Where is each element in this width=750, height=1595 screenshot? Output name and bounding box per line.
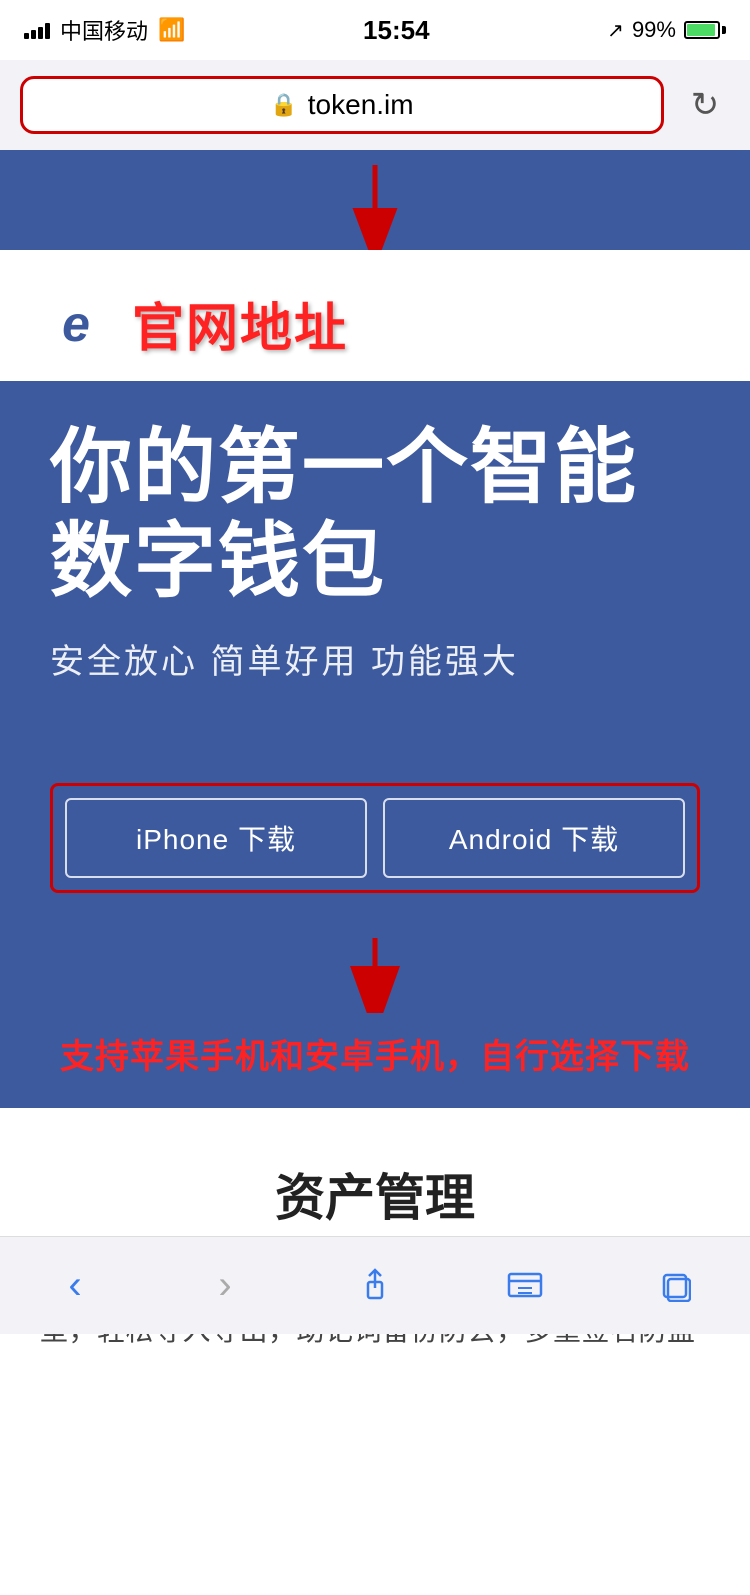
download-section: iPhone 下载 Android 下载 — [0, 783, 750, 923]
carrier-label: 中国移动 — [60, 14, 148, 46]
lang-cn[interactable]: 中文 — [541, 305, 593, 342]
status-right: ↗ 99% — [607, 17, 726, 43]
hero-subtitle: 安全放心 简单好用 功能强大 — [50, 634, 700, 683]
location-icon: ↗ — [607, 18, 624, 43]
site-header: e 官网地址 中文 / English — [0, 250, 750, 381]
reload-button[interactable]: ↻ — [680, 80, 730, 130]
browser-bar: 🔒 token.im ↻ — [0, 60, 750, 150]
lang-switcher[interactable]: 中文 / English — [541, 305, 710, 342]
site-title: 官网地址 — [132, 286, 348, 361]
iphone-download-button[interactable]: iPhone 下载 — [65, 798, 367, 878]
wifi-icon: 📶 — [158, 17, 185, 43]
button-arrow-svg — [335, 933, 415, 1013]
bookmarks-button[interactable] — [485, 1256, 565, 1316]
url-arrow-section — [0, 150, 750, 250]
signal-icon — [24, 21, 50, 39]
url-bar[interactable]: 🔒 token.im — [20, 76, 664, 134]
hero-title: 你的第一个智能数字钱包 — [50, 421, 700, 610]
annotation-text-section: 支持苹果手机和安卓手机，自行选择下载 — [0, 1013, 750, 1108]
time-display: 15:54 — [363, 15, 430, 46]
hero-section: 你的第一个智能数字钱包 安全放心 简单好用 功能强大 — [0, 381, 750, 783]
section-title: 资产管理 — [40, 1158, 710, 1230]
logo-icon: e — [40, 288, 112, 360]
lock-icon: 🔒 — [270, 92, 297, 118]
url-arrow-svg — [335, 160, 415, 250]
status-bar: 中国移动 📶 15:54 ↗ 99% — [0, 0, 750, 60]
reload-icon: ↻ — [691, 85, 720, 125]
annotation-text: 支持苹果手机和安卓手机，自行选择下载 — [60, 1038, 690, 1076]
tabs-icon — [659, 1270, 691, 1302]
back-icon: ‹ — [68, 1263, 81, 1308]
share-icon — [358, 1268, 392, 1304]
bookmarks-icon — [507, 1270, 543, 1302]
back-button[interactable]: ‹ — [35, 1256, 115, 1316]
forward-icon: › — [218, 1263, 231, 1308]
lang-divider: / — [601, 308, 608, 339]
bottom-nav: ‹ › — [0, 1236, 750, 1334]
url-text[interactable]: token.im — [308, 89, 414, 121]
battery-icon — [684, 21, 726, 39]
forward-button[interactable]: › — [185, 1256, 265, 1316]
share-button[interactable] — [335, 1256, 415, 1316]
spacer — [0, 1395, 750, 1595]
battery-percent: 99% — [632, 17, 676, 43]
lang-en[interactable]: English — [616, 308, 710, 339]
download-buttons-wrapper: iPhone 下载 Android 下载 — [50, 783, 700, 893]
tabs-button[interactable] — [635, 1256, 715, 1316]
android-download-button[interactable]: Android 下载 — [383, 798, 685, 878]
button-arrow-section — [0, 923, 750, 1013]
logo-char: e — [62, 295, 90, 353]
status-left: 中国移动 📶 — [24, 14, 185, 46]
